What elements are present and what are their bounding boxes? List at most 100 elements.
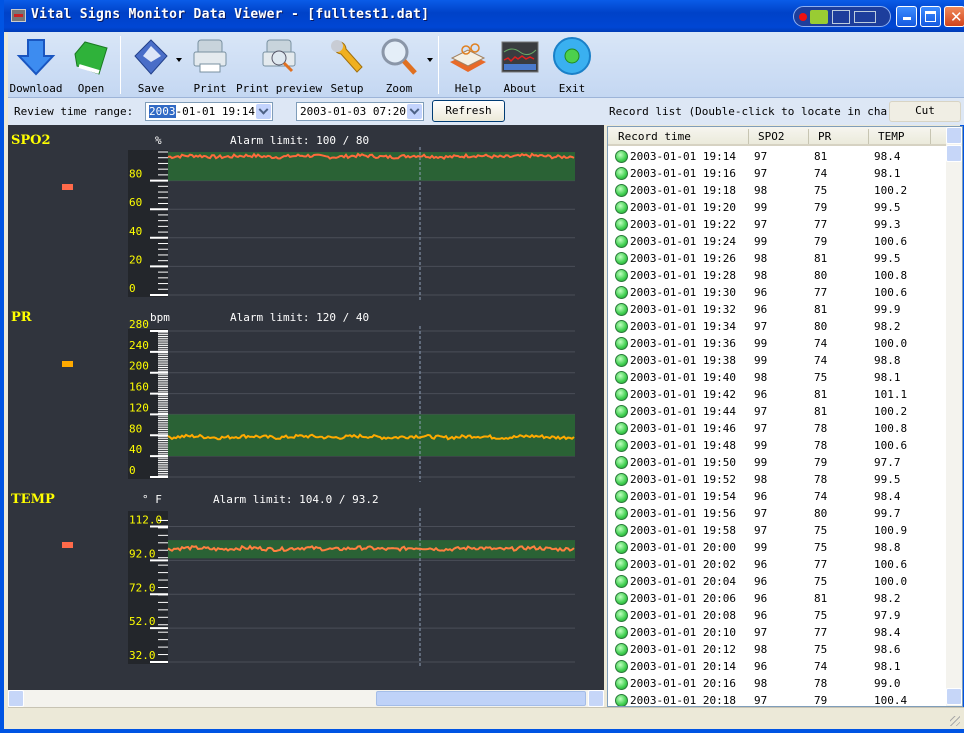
list-item[interactable]: 2003-01-01 20:02 96 77 100.6 — [608, 556, 946, 573]
list-item[interactable]: 2003-01-01 19:56 97 80 99.7 — [608, 505, 946, 522]
list-item[interactable]: 2003-01-01 19:22 97 77 99.3 — [608, 216, 946, 233]
help-button[interactable]: Help — [442, 32, 494, 98]
list-item[interactable]: 2003-01-01 20:10 97 77 98.4 — [608, 624, 946, 641]
status-dot-icon — [615, 184, 628, 197]
spo2-value: 98 — [754, 184, 768, 197]
list-vertical-scrollbar[interactable] — [946, 127, 962, 706]
list-item[interactable]: 2003-01-01 19:30 96 77 100.6 — [608, 284, 946, 301]
zoom-dropdown-arrow[interactable] — [427, 58, 433, 62]
scroll-right-arrow-icon[interactable] — [588, 690, 604, 707]
pr-value: 78 — [814, 439, 828, 452]
move-window-icon[interactable] — [832, 10, 850, 24]
setup-button[interactable]: Setup — [322, 32, 372, 98]
spo2-value: 97 — [754, 626, 768, 639]
print-button[interactable]: Print — [184, 32, 236, 98]
start-time-combo[interactable]: 2003-01-01 19:14 — [145, 102, 273, 121]
pr-value: 79 — [814, 201, 828, 214]
resize-grip-icon[interactable] — [950, 716, 960, 726]
record-dot-icon[interactable] — [799, 13, 807, 21]
scroll-up-arrow-icon[interactable] — [946, 127, 962, 144]
y-tick-label: 20 — [129, 253, 142, 266]
cut-button[interactable]: Cut — [889, 101, 961, 122]
scroll-left-arrow-icon[interactable] — [8, 690, 24, 707]
list-item[interactable]: 2003-01-01 20:14 96 74 98.1 — [608, 658, 946, 675]
record-list-label: Record list (Double-click to locate in c… — [609, 105, 908, 118]
list-item[interactable]: 2003-01-01 19:58 97 75 100.9 — [608, 522, 946, 539]
pr-value: 78 — [814, 422, 828, 435]
open-button[interactable]: Open — [64, 32, 118, 98]
chevron-down-icon[interactable] — [256, 104, 271, 119]
record-time: 2003-01-01 19:26 — [630, 252, 736, 265]
temp-value: 100.0 — [874, 575, 908, 588]
chevron-down-icon[interactable] — [407, 104, 422, 119]
y-tick-label: 80 — [129, 168, 142, 181]
close-button[interactable]: ✕ — [944, 6, 964, 27]
y-tick-label: 52.0 — [129, 615, 156, 628]
column-spo2[interactable]: SPO2 — [758, 130, 785, 143]
list-item[interactable]: 2003-01-01 19:18 98 75 100.2 — [608, 182, 946, 199]
maximize-button[interactable] — [920, 6, 941, 27]
window-title: Vital Signs Monitor Data Viewer - [fullt… — [31, 7, 430, 22]
print-preview-button[interactable]: Print preview — [236, 32, 322, 98]
nvidia-icon[interactable] — [810, 10, 828, 24]
column-pr[interactable]: PR — [818, 130, 831, 143]
status-dot-icon — [615, 490, 628, 503]
wrench-icon — [331, 40, 363, 73]
list-item[interactable]: 2003-01-01 19:20 99 79 99.5 — [608, 199, 946, 216]
list-item[interactable]: 2003-01-01 19:14 97 81 98.4 — [608, 148, 946, 165]
list-scroll-thumb[interactable] — [946, 145, 962, 162]
spo2-value: 99 — [754, 337, 768, 350]
list-item[interactable]: 2003-01-01 19:50 99 79 97.7 — [608, 454, 946, 471]
list-item[interactable]: 2003-01-01 20:00 99 75 98.8 — [608, 539, 946, 556]
column-record-time[interactable]: Record time — [618, 130, 691, 143]
list-item[interactable]: 2003-01-01 19:28 98 80 100.8 — [608, 267, 946, 284]
column-temp[interactable]: TEMP — [878, 130, 905, 143]
minimize-button[interactable] — [896, 6, 917, 27]
save-button[interactable]: Save — [124, 32, 178, 98]
list-item[interactable]: 2003-01-01 19:46 97 78 100.8 — [608, 420, 946, 437]
scroll-thumb[interactable] — [376, 691, 586, 706]
download-button[interactable]: Download — [8, 32, 64, 98]
record-time: 2003-01-01 19:30 — [630, 286, 736, 299]
pr-value: 80 — [814, 507, 828, 520]
record-list[interactable]: Record time SPO2 PR TEMP 2003-01-01 19:1… — [607, 126, 963, 707]
list-item[interactable]: 2003-01-01 19:42 96 81 101.1 — [608, 386, 946, 403]
list-item[interactable]: 2003-01-01 20:18 97 79 100.4 — [608, 692, 946, 706]
status-dot-icon — [615, 456, 628, 469]
about-button[interactable]: About — [494, 32, 546, 98]
temp-value: 100.8 — [874, 422, 908, 435]
list-item[interactable]: 2003-01-01 19:38 99 74 98.8 — [608, 352, 946, 369]
list-item[interactable]: 2003-01-01 19:26 98 81 99.5 — [608, 250, 946, 267]
list-item[interactable]: 2003-01-01 19:16 97 74 98.1 — [608, 165, 946, 182]
list-item[interactable]: 2003-01-01 19:40 98 75 98.1 — [608, 369, 946, 386]
end-time-combo[interactable]: 2003-01-03 07:20 — [296, 102, 424, 121]
list-item[interactable]: 2003-01-01 20:12 98 75 98.6 — [608, 641, 946, 658]
list-item[interactable]: 2003-01-01 20:04 96 75 100.0 — [608, 573, 946, 590]
list-item[interactable]: 2003-01-01 19:52 98 78 99.5 — [608, 471, 946, 488]
save-disk-icon — [134, 39, 168, 75]
scroll-down-arrow-icon[interactable] — [946, 688, 962, 705]
refresh-button[interactable]: Refresh — [432, 100, 505, 122]
status-dot-icon — [615, 524, 628, 537]
status-dot-icon — [615, 337, 628, 350]
list-item[interactable]: 2003-01-01 19:32 96 81 99.9 — [608, 301, 946, 318]
list-item[interactable]: 2003-01-01 20:06 96 81 98.2 — [608, 590, 946, 607]
chart-horizontal-scrollbar[interactable] — [8, 690, 604, 707]
list-item[interactable]: 2003-01-01 20:16 98 78 99.0 — [608, 675, 946, 692]
list-item[interactable]: 2003-01-01 19:36 99 74 100.0 — [608, 335, 946, 352]
list-item[interactable]: 2003-01-01 19:44 97 81 100.2 — [608, 403, 946, 420]
temp-value: 98.8 — [874, 354, 901, 367]
list-item[interactable]: 2003-01-01 19:48 99 78 100.6 — [608, 437, 946, 454]
list-item[interactable]: 2003-01-01 20:08 96 75 97.9 — [608, 607, 946, 624]
spo2-value: 98 — [754, 473, 768, 486]
vital-signs-charts[interactable]: 80604020028024020016012080400112.092.072… — [8, 125, 604, 690]
zoom-button[interactable]: Zoom — [372, 32, 426, 98]
status-dot-icon — [615, 609, 628, 622]
list-item[interactable]: 2003-01-01 19:24 99 79 100.6 — [608, 233, 946, 250]
list-item[interactable]: 2003-01-01 19:34 97 80 98.2 — [608, 318, 946, 335]
exit-button[interactable]: Exit — [546, 32, 598, 98]
span-window-icon[interactable] — [854, 11, 876, 23]
pr-value: 74 — [814, 660, 828, 673]
list-item[interactable]: 2003-01-01 19:54 96 74 98.4 — [608, 488, 946, 505]
save-dropdown-arrow[interactable] — [176, 58, 182, 62]
